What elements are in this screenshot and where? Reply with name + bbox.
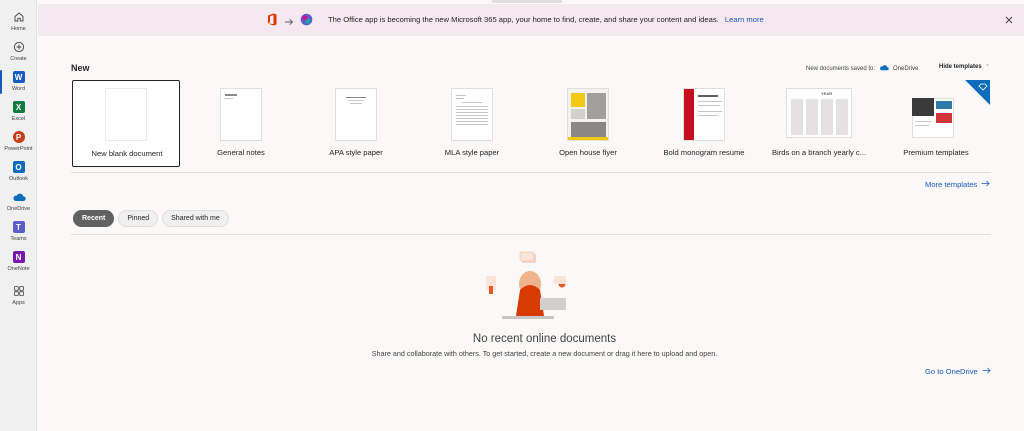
template-thumbnail-calendar: YEAR	[786, 88, 852, 138]
excel-icon: X	[12, 100, 26, 114]
close-icon[interactable]	[1003, 13, 1015, 25]
new-section-title: New	[71, 63, 90, 73]
rail-label: Apps	[12, 300, 25, 306]
rail-item-home[interactable]: Home	[0, 10, 37, 40]
template-label: Open house flyer	[559, 148, 617, 157]
onedrive-icon	[12, 190, 26, 204]
more-templates-label: More templates	[925, 180, 978, 189]
rail-item-teams[interactable]: T Teams	[0, 220, 37, 250]
template-new-blank-document[interactable]: New blank document	[72, 80, 180, 167]
rail-label: Excel	[11, 116, 26, 122]
saved-to-label: New documents saved to:	[806, 65, 876, 72]
word-icon: W	[12, 70, 26, 84]
empty-state-title: No recent online documents	[472, 333, 617, 345]
chevron-up-icon: ⌃	[985, 64, 990, 70]
more-templates-link[interactable]: More templates	[925, 180, 990, 189]
template-mla-style-paper[interactable]: MLA style paper	[418, 80, 526, 167]
template-thumbnail-apa	[335, 88, 377, 141]
banner-text: The Office app is becoming the new Micro…	[328, 15, 719, 24]
rail-label: Word	[11, 86, 26, 92]
hide-templates-label: Hide templates	[939, 64, 982, 70]
template-open-house-flyer[interactable]: Open house flyer	[534, 80, 642, 167]
teams-icon: T	[12, 220, 26, 234]
arrow-right-icon	[981, 180, 990, 189]
apps-icon	[12, 284, 26, 298]
rail-item-excel[interactable]: X Excel	[0, 100, 37, 130]
powerpoint-icon: P	[12, 130, 26, 144]
rail-label: Outlook	[9, 176, 28, 182]
template-label: Premium templates	[903, 148, 969, 157]
document-tabs: Recent Pinned Shared with me	[73, 210, 229, 227]
banner-message: The Office app is becoming the new Micro…	[328, 15, 764, 24]
tab-pinned[interactable]: Pinned	[118, 210, 159, 227]
template-premium-templates[interactable]: Premium templates	[882, 80, 990, 167]
template-label: New blank document	[91, 149, 163, 158]
word-home-app: Home Create W Word X Excel P PowerPoint …	[0, 0, 1024, 431]
announcement-banner: The Office app is becoming the new Micro…	[38, 4, 1024, 36]
rail-item-onenote[interactable]: N OneNote	[0, 250, 37, 280]
tab-shared-with-me[interactable]: Shared with me	[162, 210, 229, 227]
create-icon	[12, 40, 26, 54]
banner-icons	[266, 13, 313, 31]
go-to-onedrive-label: Go to OneDrive	[925, 367, 978, 376]
rail-label: Teams	[10, 236, 27, 242]
rail-label: PowerPoint	[4, 146, 33, 152]
template-apa-style-paper[interactable]: APA style paper	[302, 80, 410, 167]
home-icon	[12, 10, 26, 24]
hide-templates-button[interactable]: Hide templates ⌃	[939, 64, 990, 70]
template-thumbnail-blank	[105, 88, 147, 141]
template-thumbnail-resume	[683, 88, 725, 141]
tabs-divider	[71, 234, 991, 235]
template-bold-monogram-resume[interactable]: Bold monogram resume	[650, 80, 758, 167]
rail-label: Home	[11, 26, 26, 32]
top-drag-bar	[492, 0, 562, 3]
arrow-right-icon	[284, 13, 294, 31]
template-label: Bold monogram resume	[663, 148, 745, 157]
arrow-right-icon	[982, 367, 991, 376]
outlook-icon: O	[12, 160, 26, 174]
onenote-icon: N	[12, 250, 26, 264]
rail-label: Create	[10, 56, 27, 62]
go-to-onedrive-link[interactable]: Go to OneDrive	[925, 367, 991, 376]
onedrive-icon	[879, 64, 889, 73]
rail-item-onedrive[interactable]: OneDrive	[0, 190, 37, 220]
template-thumbnail-general-notes	[220, 88, 262, 141]
app-rail: Home Create W Word X Excel P PowerPoint …	[0, 0, 37, 431]
template-thumbnail-premium	[908, 93, 958, 139]
rail-label: OneDrive	[6, 206, 31, 212]
premium-diamond-icon	[965, 80, 990, 105]
template-thumbnail-flyer	[567, 88, 609, 141]
rail-item-create[interactable]: Create	[0, 40, 37, 70]
save-location: New documents saved to: OneDrive	[806, 64, 918, 73]
rail-label: OneNote	[7, 266, 30, 272]
rail-item-apps[interactable]: Apps	[0, 284, 37, 314]
template-label: General notes	[217, 148, 265, 157]
office-logo-icon	[266, 13, 278, 31]
learn-more-link[interactable]: Learn more	[725, 15, 764, 24]
microsoft365-logo-icon	[300, 13, 313, 31]
rail-item-word[interactable]: W Word	[0, 70, 37, 100]
empty-state-description: Share and collaborate with others. To ge…	[371, 349, 718, 358]
saved-to-location[interactable]: OneDrive	[893, 66, 918, 72]
section-divider	[71, 172, 991, 173]
tab-recent[interactable]: Recent	[73, 210, 115, 227]
template-label: MLA style paper	[444, 148, 500, 157]
template-label: APA style paper	[329, 148, 383, 157]
template-birds-yearly-calendar[interactable]: YEAR Birds on a branch yearly c...	[765, 80, 873, 167]
empty-state-illustration	[482, 250, 572, 322]
template-general-notes[interactable]: General notes	[187, 80, 295, 167]
rail-item-powerpoint[interactable]: P PowerPoint	[0, 130, 37, 160]
template-label: Birds on a branch yearly c...	[771, 148, 867, 157]
rail-item-outlook[interactable]: O Outlook	[0, 160, 37, 190]
template-thumbnail-mla	[451, 88, 493, 141]
